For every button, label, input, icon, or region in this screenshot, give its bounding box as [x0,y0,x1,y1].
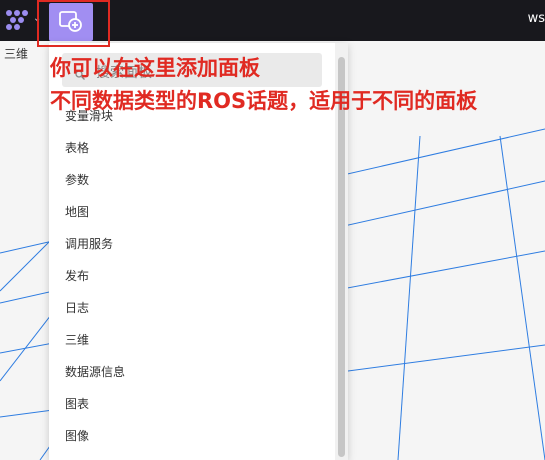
menu-item-publish[interactable]: 发布 [65,267,89,284]
menu-item-3d[interactable]: 三维 [65,331,89,348]
menu-item-parameters[interactable]: 参数 [65,171,89,188]
menu-item-log[interactable]: 日志 [65,299,89,316]
annotation-line-1: 你可以在这里添加面板 [50,56,260,80]
app-logo-icon[interactable] [4,8,30,32]
menu-item-map[interactable]: 地图 [65,203,89,220]
panel-title: 三维 [4,47,29,61]
menu-item-table[interactable]: 表格 [65,139,89,156]
menu-item-call-service[interactable]: 调用服务 [65,235,113,252]
menu-item-data-source-info[interactable]: 数据源信息 [65,363,125,380]
menu-item-plot[interactable]: 图表 [65,395,89,412]
scrollbar-thumb[interactable] [338,57,345,457]
workspace-label[interactable]: ws [528,11,545,26]
menu-item-image[interactable]: 图像 [65,427,89,444]
annotation-line-2: 不同数据类型的ROS话题，适用于不同的面板 [50,89,478,113]
highlight-box [37,0,110,47]
